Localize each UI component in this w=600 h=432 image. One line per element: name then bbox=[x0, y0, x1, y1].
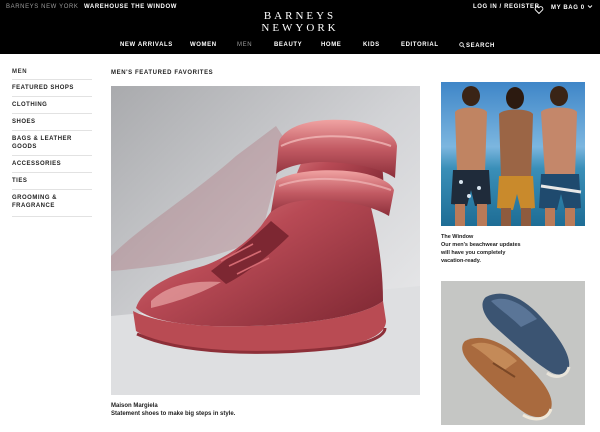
nav-women[interactable]: WOMEN bbox=[190, 42, 217, 48]
sidebar: FEATURED SHOPS CLOTHING SHOES BAGS & LEA… bbox=[12, 79, 92, 217]
heart-icon[interactable] bbox=[534, 2, 544, 15]
beachwear-image[interactable] bbox=[441, 82, 585, 226]
logo-line-1: BARNEYS bbox=[263, 10, 337, 22]
feature-caption-text: Statement shoes to make big steps in sty… bbox=[111, 411, 236, 417]
window-feature-title: The Window bbox=[441, 234, 474, 240]
page-heading: MEN'S FEATURED FAVORITES bbox=[111, 70, 214, 76]
nav-home[interactable]: HOME bbox=[321, 42, 341, 48]
feature-caption-title: Maison Margiela bbox=[111, 403, 158, 409]
sidebar-item-grooming-line2: FRAGRANCE bbox=[12, 203, 55, 209]
window-feature-description: Our men's beachwear updates will have yo… bbox=[441, 242, 521, 264]
chevron-down-icon bbox=[587, 5, 593, 9]
sidebar-item-featured-shops[interactable]: FEATURED SHOPS bbox=[12, 80, 92, 97]
nav-men[interactable]: MEN bbox=[237, 42, 252, 48]
sidebar-item-grooming[interactable]: GROOMING & FRAGRANCE bbox=[12, 190, 92, 217]
nav-editorial[interactable]: EDITORIAL bbox=[401, 42, 439, 48]
sidebar-item-clothing[interactable]: CLOTHING bbox=[12, 97, 92, 114]
featured-sneaker-image[interactable] bbox=[111, 86, 420, 395]
search-icon bbox=[459, 42, 465, 48]
warehouse-link[interactable]: WAREHOUSE bbox=[84, 4, 129, 10]
my-bag-label: MY BAG 0 bbox=[551, 5, 585, 11]
logo-line-2: NEWYORK bbox=[261, 22, 339, 34]
sidebar-title: MEN bbox=[12, 69, 28, 75]
nav-beauty[interactable]: BEAUTY bbox=[274, 42, 302, 48]
sidebar-item-grooming-line1: GROOMING & bbox=[12, 195, 57, 201]
nav-search-label: SEARCH bbox=[466, 43, 495, 49]
nav-new-arrivals[interactable]: NEW ARRIVALS bbox=[120, 42, 173, 48]
sidebar-item-shoes[interactable]: SHOES bbox=[12, 114, 92, 131]
barneys-new-york-link[interactable]: BARNEYS NEW YORK bbox=[6, 4, 79, 10]
sidebar-item-accessories[interactable]: ACCESSORIES bbox=[12, 156, 92, 173]
loafers-image[interactable] bbox=[441, 281, 585, 425]
login-register-link[interactable]: LOG IN / REGISTER bbox=[473, 4, 540, 10]
sidebar-item-bags[interactable]: BAGS & LEATHER GOODS bbox=[12, 131, 92, 156]
nav-kids[interactable]: KIDS bbox=[363, 42, 380, 48]
sidebar-item-ties[interactable]: TIES bbox=[12, 173, 92, 190]
nav-search[interactable]: SEARCH bbox=[459, 42, 495, 49]
top-bar: BARNEYS NEW YORK WAREHOUSE THE WINDOW LO… bbox=[0, 0, 600, 54]
my-bag-link[interactable]: MY BAG 0 bbox=[551, 4, 593, 11]
barneys-logo[interactable]: BARNEYS NEWYORK bbox=[249, 10, 351, 34]
the-window-link[interactable]: THE WINDOW bbox=[131, 4, 177, 10]
